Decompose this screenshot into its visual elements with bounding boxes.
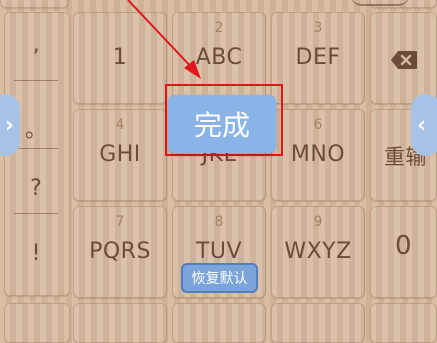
done-button[interactable]: 完成 — [168, 95, 276, 153]
restore-default-button[interactable]: 恢复默认 — [181, 263, 258, 293]
